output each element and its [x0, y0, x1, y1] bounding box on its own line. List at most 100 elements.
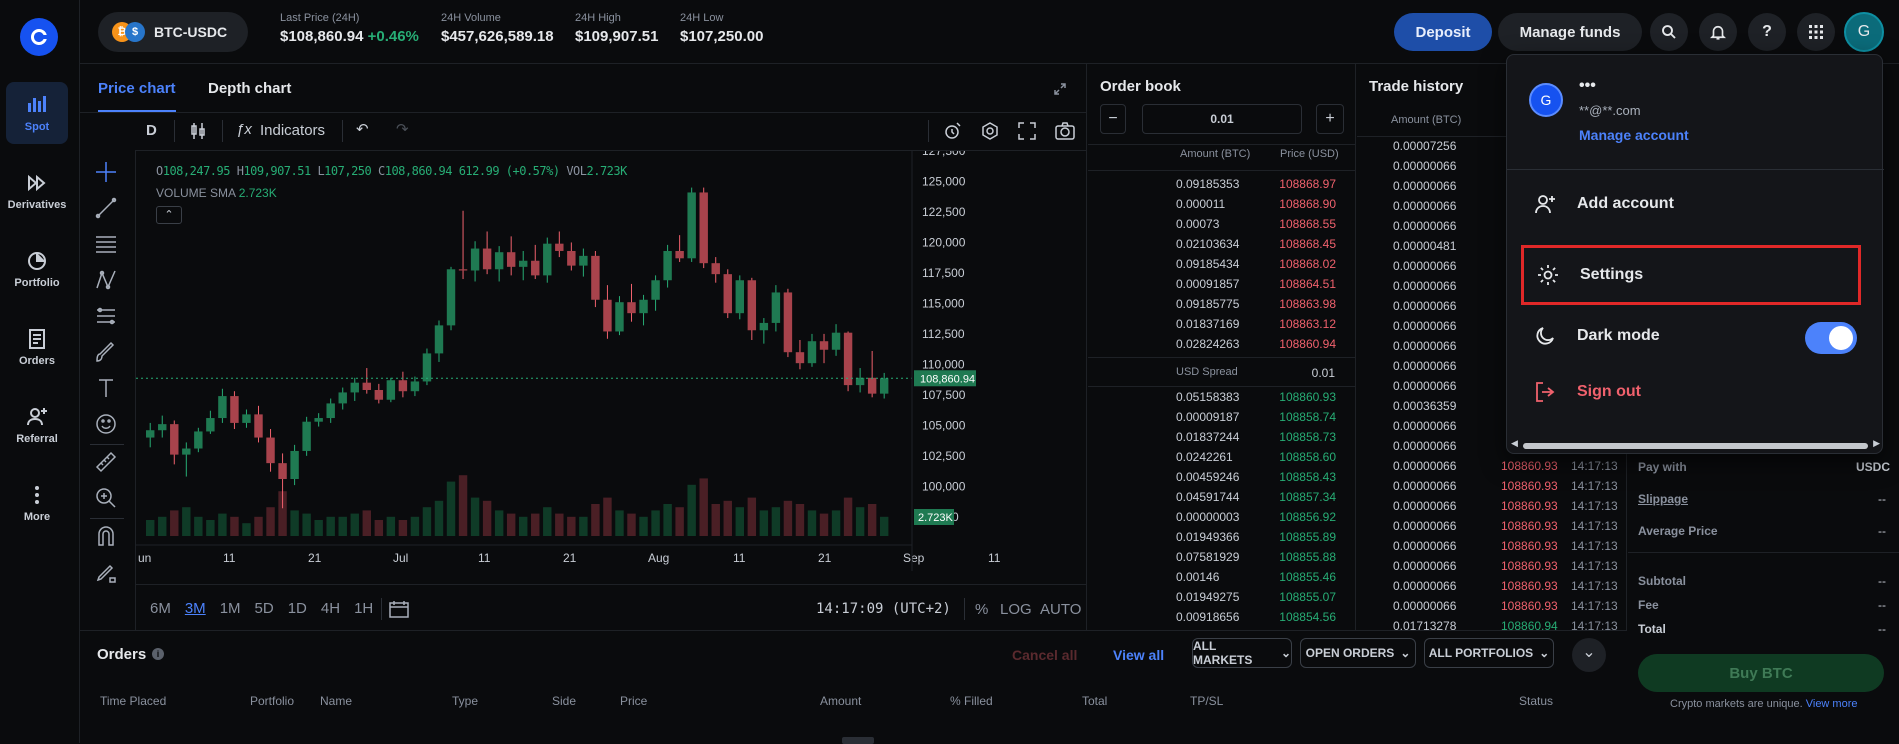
menu-horizontal-scrollbar[interactable]: ◀ ▶	[1511, 438, 1880, 451]
range-option-1d[interactable]: 1D	[288, 600, 307, 617]
ask-row[interactable]: 0.01837169 108863.12	[1088, 317, 1356, 337]
log-toggle[interactable]: LOG	[1000, 601, 1032, 618]
range-option-1h[interactable]: 1H	[354, 600, 373, 617]
collapse-legend-button[interactable]: ⌃	[156, 206, 182, 224]
account-avatar-button[interactable]: G	[1844, 12, 1884, 52]
candles-type-icon[interactable]	[188, 121, 208, 141]
bid-row[interactable]: 0.00459246 108858.43	[1088, 470, 1356, 490]
dark-mode-toggle[interactable]	[1805, 322, 1857, 354]
info-icon[interactable]: i	[152, 648, 164, 660]
zoom-in-icon[interactable]	[94, 486, 118, 510]
bid-price: 108858.60	[1279, 450, 1336, 464]
indicators-button[interactable]: Indicators	[260, 122, 325, 139]
projection-icon[interactable]	[94, 304, 118, 328]
view-all-button[interactable]: View all	[1113, 647, 1164, 663]
expand-icon[interactable]	[1053, 82, 1067, 96]
sign-out-item[interactable]: Sign out	[1507, 364, 1884, 420]
ask-row[interactable]: 0.09185775 108863.98	[1088, 297, 1356, 317]
percent-toggle[interactable]: %	[975, 601, 988, 618]
scrollbar-thumb[interactable]	[1523, 443, 1868, 449]
brush-icon[interactable]	[94, 340, 118, 364]
tab-price-chart[interactable]: Price chart	[98, 80, 176, 112]
nav-portfolio[interactable]: Portfolio	[6, 238, 68, 300]
range-option-1m[interactable]: 1M	[220, 600, 241, 617]
add-account-item[interactable]: Add account	[1507, 176, 1884, 232]
bid-row[interactable]: 0.01949275 108855.07	[1088, 590, 1356, 610]
coinbase-logo[interactable]	[20, 18, 58, 56]
increase-increment-button[interactable]: +	[1316, 104, 1344, 134]
text-tool-icon[interactable]	[94, 376, 118, 400]
scroll-left-icon[interactable]: ◀	[1511, 438, 1518, 449]
settings-item[interactable]: Settings	[1521, 245, 1861, 305]
fib-lines-icon[interactable]	[94, 232, 118, 256]
date-range-icon[interactable]	[388, 599, 410, 619]
range-option-6m[interactable]: 6M	[150, 600, 171, 617]
emoji-icon[interactable]	[94, 412, 118, 436]
buy-btc-button[interactable]: Buy BTC	[1638, 654, 1884, 692]
search-button[interactable]	[1650, 13, 1688, 51]
ask-row[interactable]: 0.000011 108868.90	[1088, 197, 1356, 217]
ask-row[interactable]: 0.09185434 108868.02	[1088, 257, 1356, 277]
camera-icon[interactable]	[1054, 121, 1076, 141]
pair-selector[interactable]: ₿ $ BTC-USDC	[98, 12, 248, 52]
decrease-increment-button[interactable]: −	[1100, 104, 1126, 134]
bid-row[interactable]: 0.00000003 108856.92	[1088, 510, 1356, 530]
amount-column-header: Amount (BTC)	[1180, 148, 1251, 160]
alert-clock-icon[interactable]	[943, 121, 963, 141]
pattern-icon[interactable]	[94, 268, 118, 292]
bid-row[interactable]: 0.0242261 108858.60	[1088, 450, 1356, 470]
pay-with-value[interactable]: USDC	[1856, 460, 1890, 474]
nav-referral[interactable]: Referral	[6, 394, 68, 456]
portfolios-filter[interactable]: ALL PORTFOLIOS ⌄	[1424, 638, 1554, 668]
bid-row[interactable]: 0.04591744 108857.34	[1088, 490, 1356, 510]
crosshair-icon[interactable]	[94, 160, 118, 184]
settings-hex-icon[interactable]	[980, 121, 1000, 141]
ask-row[interactable]: 0.02824263 108860.94	[1088, 337, 1356, 357]
nav-spot[interactable]: Spot	[6, 82, 68, 144]
cancel-all-button[interactable]: Cancel all	[1012, 647, 1077, 663]
increment-input[interactable]: 0.01	[1142, 104, 1302, 134]
magnet-icon[interactable]	[94, 524, 118, 548]
ask-row[interactable]: 0.09185353 108868.97	[1088, 177, 1356, 197]
volume-bar	[386, 516, 396, 536]
nav-orders[interactable]: Orders	[6, 316, 68, 378]
trend-line-icon[interactable]	[94, 196, 118, 220]
ask-row[interactable]: 0.00091857 108864.51	[1088, 277, 1356, 297]
tab-depth-chart[interactable]: Depth chart	[208, 80, 291, 97]
manage-account-link[interactable]: Manage account	[1579, 127, 1689, 143]
notifications-button[interactable]	[1699, 13, 1737, 51]
auto-toggle[interactable]: AUTO	[1040, 601, 1081, 618]
view-more-link[interactable]: View more	[1806, 698, 1858, 710]
redo-icon[interactable]: ↷	[396, 120, 409, 138]
scroll-right-icon[interactable]: ▶	[1873, 438, 1880, 449]
bid-row[interactable]: 0.00146 108855.46	[1088, 570, 1356, 590]
range-option-5d[interactable]: 5D	[255, 600, 274, 617]
undo-icon[interactable]: ↶	[356, 120, 369, 138]
collapse-orders-button[interactable]: ⌄	[1572, 638, 1606, 672]
ask-row[interactable]: 0.00073 108868.55	[1088, 217, 1356, 237]
ruler-icon[interactable]	[94, 450, 118, 474]
bid-row[interactable]: 0.01837244 108858.73	[1088, 430, 1356, 450]
price-chart[interactable]: 127,500 125,000 122,500 120,000 117,500 115,0…	[136, 151, 1087, 571]
help-button[interactable]: ?	[1748, 13, 1786, 51]
fullscreen-icon[interactable]	[1017, 121, 1037, 141]
candle-body	[446, 269, 456, 326]
nav-derivatives[interactable]: Derivatives	[6, 160, 68, 222]
range-option-4h[interactable]: 4H	[321, 600, 340, 617]
interval-select[interactable]: D	[146, 122, 157, 139]
bid-row[interactable]: 0.01949366 108855.89	[1088, 530, 1356, 550]
bid-row[interactable]: 0.07581929 108855.88	[1088, 550, 1356, 570]
open-orders-filter[interactable]: OPEN ORDERS ⌄	[1300, 638, 1416, 668]
markets-filter[interactable]: ALL MARKETS ⌄	[1192, 638, 1292, 668]
lock-drawing-icon[interactable]	[94, 560, 118, 584]
deposit-button[interactable]: Deposit	[1394, 13, 1492, 51]
apps-button[interactable]	[1797, 13, 1835, 51]
bid-row[interactable]: 0.00918656 108854.56	[1088, 610, 1356, 630]
nav-more[interactable]: More	[6, 472, 68, 534]
bid-row[interactable]: 0.05158383 108860.93	[1088, 390, 1356, 410]
manage-funds-button[interactable]: Manage funds	[1498, 13, 1642, 51]
slippage-label[interactable]: Slippage	[1638, 492, 1688, 506]
bid-row[interactable]: 0.00009187 108858.74	[1088, 410, 1356, 430]
ask-row[interactable]: 0.02103634 108868.45	[1088, 237, 1356, 257]
range-option-3m[interactable]: 3M	[185, 600, 206, 617]
